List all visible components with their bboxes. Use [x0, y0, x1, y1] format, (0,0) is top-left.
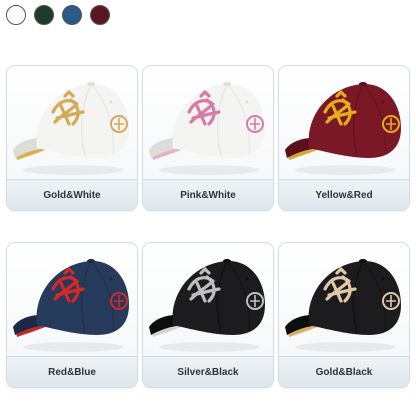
cap-image: [143, 66, 273, 180]
variant-label: Gold&Black: [279, 356, 409, 387]
cap-image: [279, 66, 409, 180]
variant-card-gold-white[interactable]: Gold&White: [6, 65, 138, 211]
cap-image: [279, 243, 409, 357]
variant-card-pink-white[interactable]: Pink&White: [142, 65, 274, 211]
cap-image: [143, 243, 273, 357]
cap-image: [7, 66, 137, 180]
variant-card-red-blue[interactable]: Red&Blue: [6, 242, 138, 388]
cap-image: [7, 243, 137, 357]
variant-label: Silver&Black: [143, 356, 273, 387]
variant-label: Yellow&Red: [279, 179, 409, 210]
variant-card-yellow-red[interactable]: Yellow&Red: [278, 65, 410, 211]
variant-label: Pink&White: [143, 179, 273, 210]
variant-label: Gold&White: [7, 179, 137, 210]
product-variant-grid: Gold&White Pink&White Yellow&Red Red&Blu…: [0, 0, 416, 416]
variant-card-silver-black[interactable]: Silver&Black: [142, 242, 274, 388]
variant-label: Red&Blue: [7, 356, 137, 387]
variant-card-gold-black[interactable]: Gold&Black: [278, 242, 410, 388]
